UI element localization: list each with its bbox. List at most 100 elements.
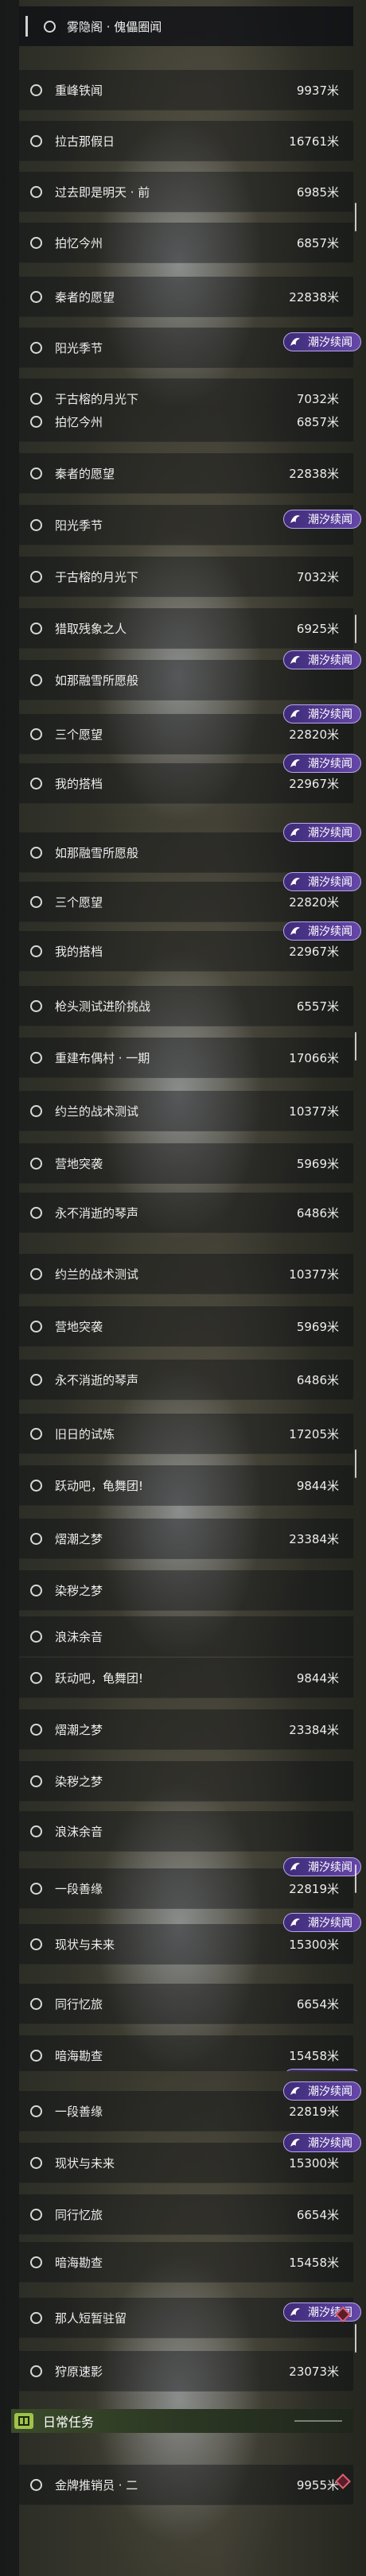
quest-row[interactable]: 重建布偶村 · 一期 17066米 [19,1038,353,1078]
circle-icon [30,1997,42,2010]
quest-distance: 10377米 [289,1267,339,1282]
quest-row[interactable]: 过去即是明天 · 前 6985米 [19,172,353,212]
quest-distance: 15300米 [289,1937,339,1952]
quest-distance: 22820米 [289,727,339,742]
quest-row[interactable]: 熠潮之梦 23384米 [19,1709,353,1750]
quest-distance: 15458米 [289,2048,339,2063]
quest-row[interactable]: 秦者的愿望 22838米 [19,277,353,317]
quest-row[interactable]: 染秽之梦 [19,1570,353,1611]
quest-row[interactable]: 永不消逝的琴声 6486米 [19,1360,353,1400]
quest-name: 永不消逝的琴声 [55,1372,139,1387]
quest-name: 染秽之梦 [55,1774,103,1789]
quest-row[interactable]: 约兰的战术测试 10377米 [19,1254,353,1294]
quest-row[interactable]: 暗海勘查 15458米 [19,2035,353,2071]
quest-row[interactable]: 浪沫余音 [19,1616,353,1657]
quest-distance: 6654米 [296,2207,339,2222]
quest-row[interactable]: 拍忆今州 6857米 [19,405,353,442]
tide-story-badge: 潮汐续闻 [283,1913,361,1932]
quest-name: 染秽之梦 [55,1583,103,1598]
quest-distance: 9955米 [296,2477,339,2493]
circle-icon [30,945,42,957]
quest-name: 于古榕的月光下 [55,569,139,584]
tide-story-badge: 潮汐续闻 [283,921,361,941]
circle-icon [30,290,42,303]
circle-icon [30,2256,42,2268]
quest-row[interactable]: 金牌推销员 · 二 9955米 [19,2465,353,2505]
quest-name: 跃动吧，龟舞团! [55,1670,144,1686]
quest-row[interactable]: 同行忆旅 6654米 [19,2194,353,2235]
quest-row[interactable]: 秦者的愿望 22838米 [19,453,353,494]
quest-row[interactable]: 于古榕的月光下 7032米 [19,378,353,405]
quest-distance: 6985米 [296,184,339,200]
quest-row[interactable]: 同行忆旅 6654米 [19,1984,353,2024]
quest-distance: 23073米 [289,2364,339,2379]
quest-name: 浪沫余音 [55,1824,103,1839]
tide-story-badge: 潮汐续闻 [283,754,361,773]
tide-icon [290,710,300,718]
circle-icon [30,1206,42,1219]
circle-icon [30,2105,42,2117]
header-bar [25,16,28,37]
quest-name: 暗海勘查 [55,2048,103,2063]
quest-name: 重峰铁闻 [55,83,103,98]
daily-task-title: 日常任务 [43,2415,95,2430]
quest-distance: 6925米 [296,621,339,636]
badge-label: 潮汐续闻 [308,1917,352,1930]
quest-name: 永不消逝的琴声 [55,1205,139,1220]
circle-icon [30,1157,42,1170]
quest-panel-6: 一段善缘 22819米 现状与未来 15300米 同行忆旅 6654米 暗海勘查 15458米… [0,2071,366,2576]
quest-row[interactable]: 暗海勘查 15458米 [19,2242,353,2283]
quest-panel-1: 雾隐阁 · 傀儡圈闻 重峰铁闻 9937米 拉古那假日 16761米 过去即是明天 · 前… [0,0,366,405]
quest-row[interactable]: 跃动吧，龟舞团! 9844米 [19,1465,353,1506]
quest-row[interactable]: 于古榕的月光下 7032米 [19,557,353,597]
quest-row[interactable]: 拍忆今州 6857米 [19,223,353,263]
quest-row[interactable]: 约兰的战术测试 10377米 [19,1091,353,1131]
quest-row[interactable]: 狩原速影 23073米 [19,2351,353,2392]
quest-row[interactable]: 旧日的试炼 17205米 [19,1414,353,1454]
circle-icon [30,895,42,908]
book-icon [14,2413,33,2429]
quest-name: 约兰的战术测试 [55,1104,139,1119]
badge-label: 潮汐续闻 [308,1861,352,1874]
circle-icon [30,1775,42,1787]
circle-icon [30,1051,42,1064]
quest-row[interactable]: 营地突袭 5969米 [19,1306,353,1347]
quest-distance: 6486米 [296,1205,339,1220]
quest-distance: 5969米 [296,1156,339,1171]
quest-name: 一段善缘 [55,1881,103,1896]
quest-row[interactable]: 跃动吧，龟舞团! 9844米 [19,1658,353,1698]
tide-story-badge: 潮汐续闻 [283,1857,361,1876]
divider [294,2420,342,2422]
quest-row[interactable]: 营地突袭 5969米 [19,1143,353,1184]
quest-panel-4: 约兰的战术测试 10377米 营地突袭 5969米 永不消逝的琴声 6486米 旧日的试炼 1… [0,1240,366,1658]
quest-distance: 23384米 [289,1722,339,1737]
quest-row[interactable]: 浪沫余音 [19,1811,353,1852]
circle-icon [30,1671,42,1684]
tide-story-badge: 潮汐续闻 [283,332,361,351]
quest-row[interactable]: 拉古那假日 16761米 [19,121,353,161]
quest-distance: 22838米 [289,289,339,305]
quest-distance: 5969米 [296,1319,339,1334]
tide-story-badge: 潮汐续闻 [283,510,361,529]
quest-row[interactable]: 永不消逝的琴声 6486米 [19,1193,353,1233]
quest-row[interactable]: 枪头测试进阶挑战 6557米 [19,986,353,1026]
circle-icon [30,1267,42,1280]
quest-row[interactable]: 重峰铁闻 9937米 [19,70,353,111]
quest-row[interactable]: 熠潮之梦 23384米 [19,1519,353,1559]
quest-row[interactable]: 染秽之梦 [19,1761,353,1802]
quest-row[interactable]: 猎取残象之人 6925米 [19,608,353,649]
quest-name: 秦者的愿望 [55,466,115,481]
quest-name: 我的搭档 [55,776,103,791]
circle-icon [30,236,42,249]
circle-icon [30,1479,42,1492]
quest-group-header[interactable]: 雾隐阁 · 傀儡圈闻 [19,6,353,46]
daily-task-header[interactable]: 日常任务 [11,2409,353,2433]
quest-name: 三个愿望 [55,894,103,910]
badge-label: 潮汐续闻 [308,514,352,526]
quest-name: 金牌推销员 · 二 [55,2477,138,2493]
quest-panel-5: 跃动吧，龟舞团! 9844米 熠潮之梦 23384米 染秽之梦 浪沫余音 一段善缘 22819… [0,1658,366,2071]
badge-label: 潮汐续闻 [308,876,352,889]
quest-name: 同行忆旅 [55,2207,103,2222]
quest-distance: 15300米 [289,2155,339,2171]
quest-distance: 22819米 [289,2104,339,2119]
